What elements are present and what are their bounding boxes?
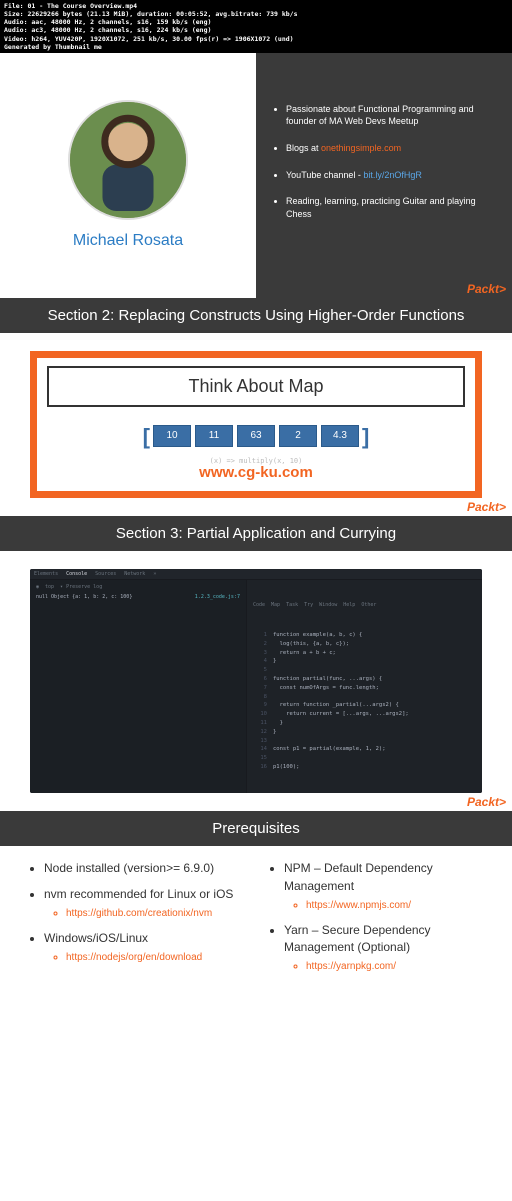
code-line: 3 return a + b + c; (253, 649, 476, 658)
code-line: 15 (253, 754, 476, 763)
code-line: 10 return current = [...args, ...args2]; (253, 710, 476, 719)
section3-header: Section 3: Partial Application and Curry… (0, 516, 512, 551)
devtools-more[interactable]: » (153, 571, 156, 577)
packt-logo: Packt> (467, 500, 506, 514)
prereq-item: NPM – Default Dependency Managementhttps… (284, 860, 486, 913)
console-panel: ◉ top ▾ Preserve log null Object {a: 1, … (30, 580, 247, 794)
code-line: 13 (253, 737, 476, 746)
avatar (68, 100, 188, 220)
author-bullets: Passionate about Functional Programming … (256, 53, 512, 298)
prereq-header: Prerequisites (0, 811, 512, 846)
console-link[interactable]: 1.2.3_code.js:7 (195, 594, 240, 600)
code-editor: Elements Console Sources Network » ◉ top ▾ P… (30, 569, 482, 794)
array-cell: 10 (153, 425, 191, 447)
author-name: Michael Rosata (73, 232, 183, 250)
slide-map: Think About Map [ 10116324.3 ] (x) => mu… (0, 333, 512, 516)
devtools-tab[interactable]: Console (66, 571, 87, 577)
prereq-right: NPM – Default Dependency Managementhttps… (266, 860, 486, 983)
prereq-item: Windows/iOS/Linuxhttps://nodejs/org/en/d… (44, 930, 246, 966)
code-line: 9 return function _partial(...args2) { (253, 701, 476, 710)
code-line: 2 log(this, {a, b, c}); (253, 640, 476, 649)
packt-logo: Packt> (467, 795, 506, 809)
author-link[interactable]: bit.ly/2nOfHgR (363, 170, 422, 180)
watermark: www.cg-ku.com (199, 464, 313, 481)
code-line: 4} (253, 657, 476, 666)
devtools-tab[interactable]: Sources (95, 571, 116, 577)
array-cell: 11 (195, 425, 233, 447)
author-left: Michael Rosata (0, 53, 256, 298)
code-panel: Code Map Task Try Window Help Other 1fun… (247, 580, 482, 794)
code-line: 14const p1 = partial(example, 1, 2); (253, 745, 476, 754)
code-line: 1function example(a, b, c) { (253, 631, 476, 640)
code-line: 6function partial(func, ...args) { (253, 675, 476, 684)
code-line: 11 } (253, 719, 476, 728)
file-info: File: 01 - The Course Overview.mp4 Size:… (0, 0, 512, 53)
console-preserve: ▾ Preserve log (60, 584, 102, 590)
prereq-link[interactable]: https://yarnpkg.com/ (306, 960, 486, 975)
author-bullet: Passionate about Functional Programming … (286, 103, 497, 128)
code-line: 12} (253, 728, 476, 737)
code-line: 5 (253, 666, 476, 675)
prereq-link[interactable]: https://github.com/creationix/nvm (66, 907, 246, 922)
think-title: Think About Map (47, 366, 465, 407)
devtools-tab[interactable]: Network (124, 571, 145, 577)
code-line: 7 const numOfArgs = func.length; (253, 684, 476, 693)
devtools-tab[interactable]: Elements (34, 571, 58, 577)
author-link[interactable]: onethingsimple.com (321, 143, 401, 153)
bracket-left: [ (142, 425, 151, 449)
prereq-item: Node installed (version>= 6.9.0) (44, 860, 246, 877)
prereq-left: Node installed (version>= 6.9.0) nvm reco… (26, 860, 246, 983)
console-line: null Object {a: 1, b: 2, c: 100} 1.2.3_c… (36, 594, 240, 600)
bracket-right: ] (361, 425, 370, 449)
prereq-item: nvm recommended for Linux or iOShttps://… (44, 886, 246, 922)
code-line: 16p1(100); (253, 763, 476, 772)
code-line: 8 (253, 693, 476, 702)
prereq-link[interactable]: https://nodejs/org/en/download (66, 951, 246, 966)
array-cell: 2 (279, 425, 317, 447)
section2-header: Section 2: Replacing Constructs Using Hi… (0, 298, 512, 333)
packt-logo: Packt> (467, 282, 506, 296)
devtools-tabs: Elements Console Sources Network » (30, 569, 482, 580)
console-top-icon: ◉ (36, 584, 39, 590)
slide-prereq: Node installed (version>= 6.9.0) nvm reco… (0, 846, 512, 1013)
author-bullet: YouTube channel - bit.ly/2nOfHgR (286, 169, 497, 182)
orange-box: Think About Map [ 10116324.3 ] (x) => mu… (30, 351, 482, 498)
slide-author: Michael Rosata Passionate about Function… (0, 53, 512, 298)
console-filter: top (45, 584, 54, 590)
array-row: [ 10116324.3 ] (37, 425, 475, 449)
prereq-link[interactable]: https://www.npmjs.com/ (306, 899, 486, 914)
slide-code: Elements Console Sources Network » ◉ top ▾ P… (0, 551, 512, 812)
array-cell: 63 (237, 425, 275, 447)
prereq-item: Yarn – Secure Dependency Management (Opt… (284, 922, 486, 975)
author-bullet: Blogs at onethingsimple.com (286, 142, 497, 155)
author-bullet: Reading, learning, practicing Guitar and… (286, 195, 497, 220)
array-cell: 4.3 (321, 425, 359, 447)
editor-tabs-right: Code Map Task Try Window Help Other (253, 601, 476, 609)
